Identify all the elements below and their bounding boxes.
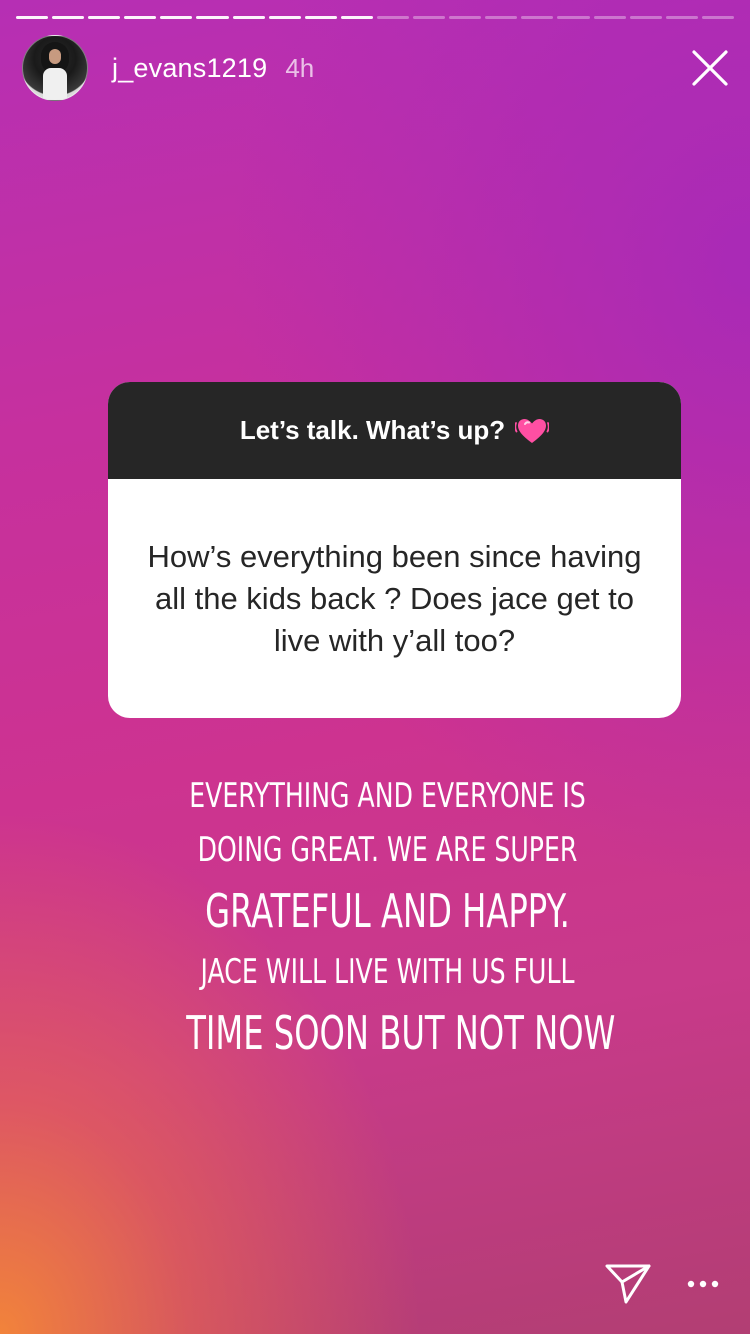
avatar[interactable] [22,35,88,101]
progress-segment [701,16,734,19]
progress-segment [340,16,373,19]
progress-segment [304,16,337,19]
answer-line-5: TIME SOON BUT NOT NOW [186,1006,616,1060]
question-sticker[interactable]: Let’s talk. What’s up? How’s everything … [108,382,681,718]
question-text: How’s everything been since having all t… [147,538,642,658]
progress-segment [665,16,698,19]
progress-segment [413,16,446,19]
progress-segment [521,16,554,19]
send-icon [605,1264,651,1304]
more-icon [687,1280,719,1288]
progress-segment [268,16,301,19]
progress-segment [160,16,193,19]
question-sticker-header: Let’s talk. What’s up? [108,382,681,479]
progress-segment [629,16,662,19]
progress-segment [232,16,265,19]
progress-segment [449,16,482,19]
post-time: 4h [285,52,315,83]
progress-segment [124,16,157,19]
answer-line-4: JACE WILL LIVE WITH US FULL [200,952,575,992]
story-header: j_evans1219 4h [22,35,730,101]
close-button[interactable] [690,48,730,88]
progress-segment [52,16,85,19]
heart-emoji-icon [515,418,550,443]
send-button[interactable] [604,1262,652,1306]
question-prompt: Let’s talk. What’s up? [239,415,506,445]
answer-line-1: EVERYTHING AND EVERYONE IS [189,776,586,816]
progress-segment [196,16,229,19]
story-progress-bar [16,16,734,20]
progress-segment [376,16,410,19]
more-options-button[interactable] [686,1279,720,1289]
progress-segment [16,16,49,19]
answer-line-2: DOING GREAT. WE ARE SUPER [197,830,578,870]
progress-segment [88,16,121,19]
avatar-face [49,49,61,64]
progress-segment [593,16,626,19]
answer-line-3: GRATEFUL AND HAPPY. [205,884,570,938]
progress-segment [485,16,518,19]
username[interactable]: j_evans1219 [112,53,267,84]
avatar-body [43,68,67,100]
close-icon [692,50,728,86]
progress-segment [557,16,590,19]
story-footer [604,1262,720,1306]
